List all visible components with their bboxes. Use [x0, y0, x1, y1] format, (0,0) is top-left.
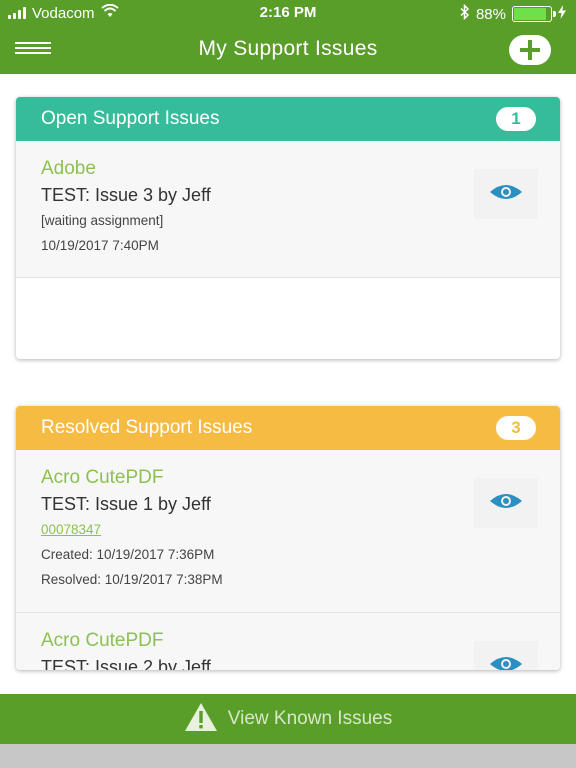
bluetooth-icon — [460, 3, 470, 24]
view-known-issues-label: View Known Issues — [227, 708, 393, 729]
view-known-issues-button[interactable]: View Known Issues — [0, 694, 576, 744]
battery-icon — [512, 6, 556, 22]
open-issues-title: Open Support Issues — [41, 108, 220, 129]
open-issues-count: 1 — [496, 107, 536, 131]
view-issue-button[interactable] — [474, 641, 538, 670]
resolved-issues-title: Resolved Support Issues — [41, 417, 253, 438]
issue-app-name: Acro CutePDF — [41, 630, 164, 651]
view-issue-button[interactable] — [474, 169, 538, 219]
status-bar: Vodacom 2:16 PM 88% — [0, 0, 576, 26]
list-item[interactable]: Acro CutePDF TEST: Issue 2 by Jeff — [16, 613, 560, 670]
eye-icon — [489, 655, 523, 670]
view-issue-button[interactable] — [474, 478, 538, 528]
issue-app-name: Acro CutePDF — [41, 467, 164, 488]
add-issue-button[interactable] — [509, 35, 551, 65]
list-item[interactable]: Acro CutePDF TEST: Issue 1 by Jeff 00078… — [16, 450, 560, 613]
open-issues-header: Open Support Issues 1 — [16, 97, 560, 141]
issue-status: [waiting assignment] — [41, 213, 164, 228]
open-issues-card: Open Support Issues 1 Adobe TEST: Issue … — [16, 97, 560, 359]
warning-icon — [184, 702, 218, 737]
list-item[interactable]: Adobe TEST: Issue 3 by Jeff [waiting ass… — [16, 141, 560, 278]
eye-icon — [489, 492, 523, 515]
resolved-issues-header: Resolved Support Issues 3 — [16, 406, 560, 450]
issue-resolved-date: Resolved: 10/19/2017 7:38PM — [41, 572, 223, 587]
issue-title: TEST: Issue 3 by Jeff — [41, 185, 211, 205]
issue-app-name: Adobe — [41, 158, 96, 179]
resolved-issues-count: 3 — [496, 416, 536, 440]
bottom-strip — [0, 744, 576, 768]
ticket-number-link[interactable]: 00078347 — [41, 517, 101, 542]
main-content[interactable]: Open Support Issues 1 Adobe TEST: Issue … — [0, 74, 576, 694]
issue-created-date: Created: 10/19/2017 7:36PM — [41, 547, 215, 562]
eye-icon — [489, 183, 523, 206]
charging-icon — [558, 5, 566, 23]
issue-date: 10/19/2017 7:40PM — [41, 238, 159, 253]
page-title: My Support Issues — [198, 37, 378, 60]
app-header: My Support Issues — [0, 26, 576, 74]
issue-title: TEST: Issue 2 by Jeff — [41, 657, 211, 670]
battery-percent: 88% — [475, 5, 506, 23]
resolved-issues-card: Resolved Support Issues 3 Acro CutePDF T… — [16, 406, 560, 670]
issue-title: TEST: Issue 1 by Jeff — [41, 494, 211, 514]
